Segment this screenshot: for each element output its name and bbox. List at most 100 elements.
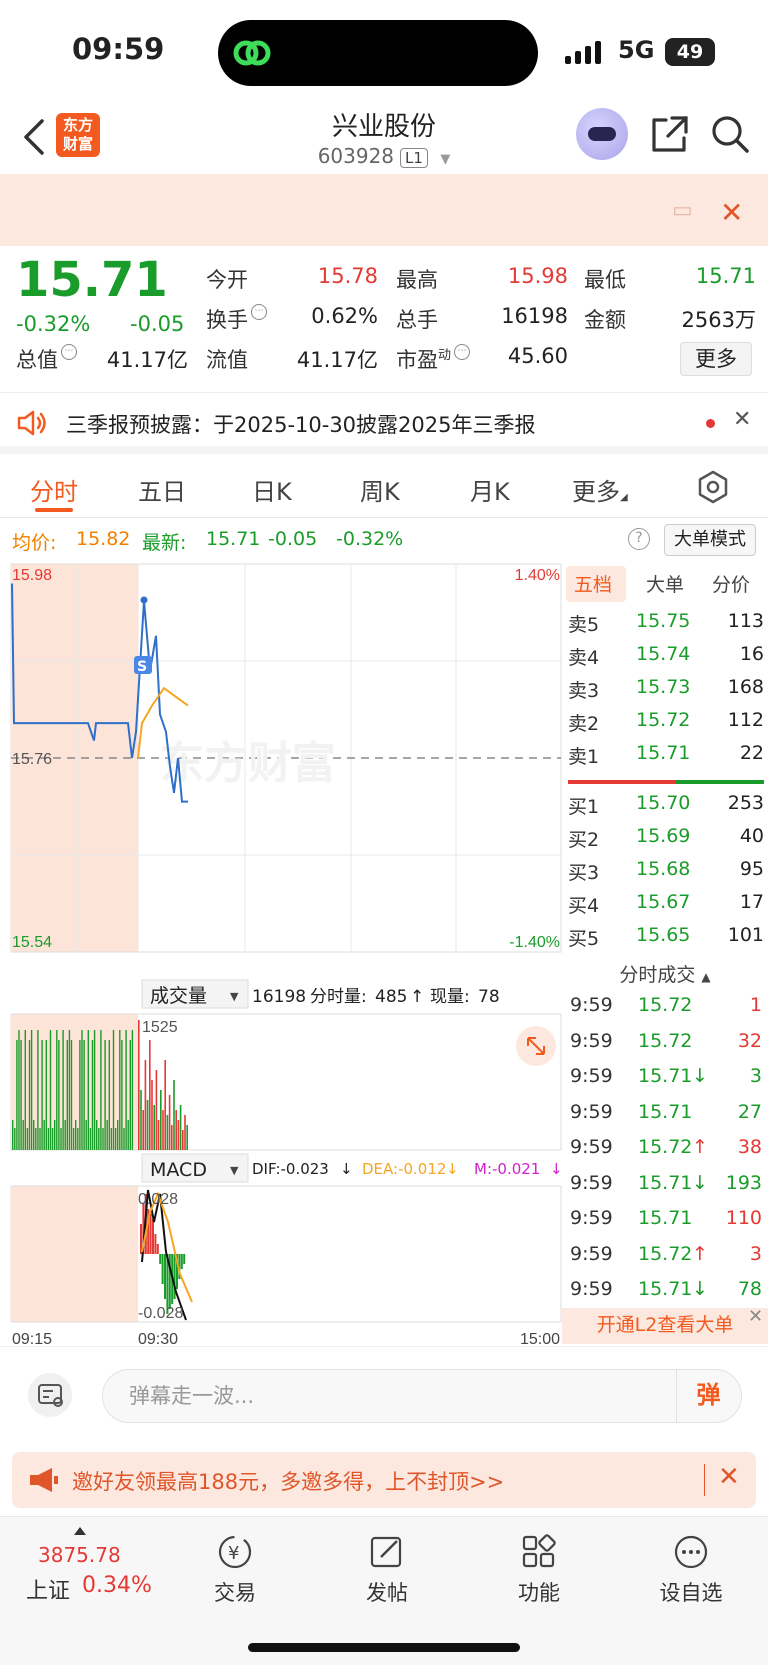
volume-info-label: 分时量: — [310, 987, 367, 1007]
mktcap-label[interactable]: 总值 ⋯ — [16, 344, 77, 374]
ticks-header[interactable]: 分时成交 ▲ — [562, 960, 768, 992]
tab-big-orders[interactable]: 大单 — [646, 570, 684, 597]
volume-bar — [28, 1040, 31, 1150]
tick-volume: 38 — [737, 1136, 762, 1158]
macd-bar — [154, 1234, 157, 1254]
danmu-button[interactable]: 弹 — [676, 1369, 740, 1423]
level-label: 卖4 — [568, 647, 600, 669]
close-icon[interactable]: ✕ — [718, 1462, 740, 1492]
danmu-settings-icon[interactable] — [28, 1373, 72, 1417]
level-price: 15.68 — [636, 858, 691, 880]
volume-bar — [47, 1128, 50, 1150]
macd-bar — [156, 1244, 159, 1254]
amount-value: 2563万 — [681, 308, 756, 332]
svg-text:▼: ▼ — [230, 990, 239, 1003]
tab-more[interactable]: 更多◢ — [572, 472, 628, 507]
close-icon[interactable]: ✕ — [720, 196, 743, 229]
volume-bar — [138, 1020, 140, 1150]
volume-bar — [168, 1095, 171, 1150]
tick-row: 9:59 15.71 110 — [562, 1207, 768, 1241]
tick-time: 9:59 — [570, 1278, 613, 1300]
tick-price: 15.72 — [638, 1242, 693, 1265]
tab-price-dist[interactable]: 分价 — [712, 570, 750, 597]
level-volume: 22 — [739, 742, 764, 764]
share-icon[interactable] — [650, 114, 690, 154]
volume-bar — [106, 1120, 108, 1150]
level-volume: 40 — [739, 825, 764, 847]
svg-text:MACD: MACD — [150, 1159, 207, 1181]
level-price: 15.70 — [636, 792, 691, 814]
level-price: 15.74 — [636, 643, 691, 665]
intraday-info-line: 均价: 15.82 最新: 15.71 -0.05 -0.32% ? 大单模式 — [0, 518, 768, 562]
tick-price: 15.72 — [638, 1136, 693, 1158]
chart-tabs: 分时 五日 日K 周K 月K 更多◢ — [0, 462, 768, 518]
pct-high-label: 1.40% — [515, 567, 560, 584]
level-label: 卖1 — [568, 746, 600, 768]
volume-bar — [144, 1060, 147, 1150]
tick-price: 15.71 — [638, 1171, 693, 1194]
tick-row: 9:59 15.72 32 — [562, 1030, 768, 1064]
danmu-input[interactable]: 弹幕走一波... — [102, 1369, 742, 1423]
tick-arrow: ↓ — [692, 1065, 708, 1087]
volume-bar — [37, 1030, 39, 1150]
tick-price: 15.71 — [638, 1207, 693, 1229]
turnover-label[interactable]: 换手 ⋯ — [206, 304, 267, 334]
tab-monthly-k[interactable]: 月K — [470, 472, 510, 507]
prev-close-label: 15.76 — [12, 751, 52, 768]
pe-label[interactable]: 市盈动 ⋯ — [396, 344, 471, 374]
tick-volume: 32 — [737, 1029, 762, 1052]
volume-bar — [112, 1030, 115, 1150]
volume-info: 485 — [375, 987, 407, 1007]
level-volume: 112 — [727, 709, 764, 731]
tab-five-levels[interactable]: 五档 — [574, 570, 612, 597]
settings-gear-icon[interactable] — [696, 470, 730, 504]
nav-add-watchlist[interactable]: 设自选 — [636, 1533, 746, 1607]
search-icon[interactable] — [710, 114, 750, 154]
notice-bar[interactable]: 三季报预披露：于2025-10-30披露2025年三季报 ✕ — [0, 392, 768, 454]
macd-bar — [164, 1254, 166, 1299]
volume-bar — [117, 1120, 119, 1150]
svg-text:↓: ↓ — [550, 1160, 562, 1178]
tab-daily-k[interactable]: 日K — [252, 472, 292, 507]
nav-functions[interactable]: 功能 — [484, 1533, 594, 1607]
level-price: 15.67 — [636, 891, 691, 913]
help-icon[interactable]: ? — [628, 528, 650, 550]
close-icon[interactable]: ✕ — [748, 1306, 763, 1327]
nav-post[interactable]: 发帖 — [332, 1533, 442, 1607]
notice-text: 三季报预披露：于2025-10-30披露2025年三季报 — [66, 413, 536, 437]
volume-bar — [89, 1128, 92, 1150]
active-tab-indicator — [35, 508, 73, 512]
tab-weekly-k[interactable]: 周K — [360, 472, 400, 507]
big-order-mode-button[interactable]: 大单模式 — [664, 524, 756, 556]
dea-value: DEA:-0.012 — [362, 1160, 446, 1178]
tick-price: 15.72 — [638, 1029, 693, 1052]
tab-five-day[interactable]: 五日 — [138, 472, 186, 507]
macd-bar — [180, 1254, 183, 1269]
invite-text: 邀好友领最高188元，多邀多得，上不封顶>> — [72, 1470, 505, 1494]
intraday-chart[interactable]: 东方财富 S 15.98 15.76 15.54 1.40% -1.40% 成交… — [0, 562, 562, 1352]
ask-row: 卖3 15.73 168 — [562, 676, 768, 708]
volume-bar — [186, 1125, 188, 1150]
level-badge: L1 — [400, 148, 428, 168]
nav-trade[interactable]: ¥ 交易 — [180, 1533, 290, 1607]
volume-bar — [87, 1030, 89, 1150]
l2-promo-banner[interactable]: 开通L2查看大单 — [562, 1308, 768, 1344]
comment-bar: 弹幕走一波... 弹 — [0, 1346, 768, 1446]
ad-banner[interactable] — [0, 174, 768, 246]
ai-assistant-icon[interactable] — [576, 108, 628, 160]
tab-intraday[interactable]: 分时 — [30, 472, 78, 507]
tick-volume: 27 — [737, 1100, 762, 1123]
order-book: 五档 大单 分价 卖5 15.75 113 卖4 15.74 16 卖3 15.73 168 卖2… — [562, 562, 768, 950]
more-button[interactable]: 更多 — [680, 342, 752, 376]
tick-time: 9:59 — [570, 1029, 613, 1052]
volume-bar — [160, 1090, 162, 1150]
close-icon[interactable]: ✕ — [733, 407, 751, 432]
avg-price-label: 均价: — [12, 532, 57, 554]
tick-row: 9:59 15.71 ↓ 78 — [562, 1278, 768, 1312]
pe-value: 45.60 — [507, 344, 568, 368]
volume-bar — [77, 1128, 79, 1150]
volume-bar — [68, 1030, 71, 1150]
svg-text:¥: ¥ — [228, 1543, 239, 1564]
svg-text:S: S — [137, 659, 147, 675]
invite-banner[interactable]: 邀好友领最高188元，多邀多得，上不封顶>> ✕ — [12, 1452, 756, 1508]
